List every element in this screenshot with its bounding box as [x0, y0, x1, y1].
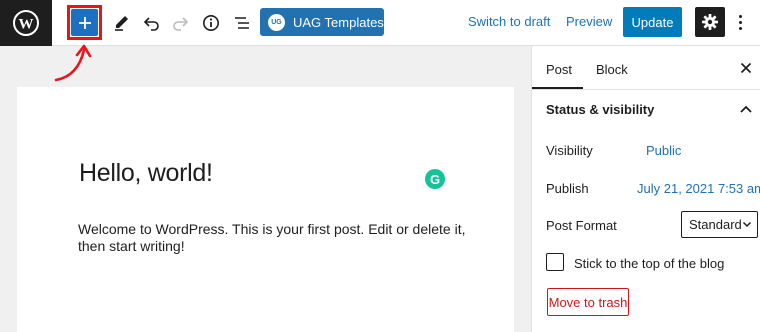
- close-icon: [740, 62, 752, 74]
- stick-to-top-checkbox[interactable]: [546, 253, 564, 271]
- uag-logo-icon: UG: [268, 13, 285, 31]
- chevron-down-icon: [742, 221, 752, 228]
- pen-tool-icon: [115, 16, 128, 31]
- grammarly-icon[interactable]: G: [425, 169, 445, 189]
- redo-button[interactable]: [169, 11, 193, 35]
- add-block-button[interactable]: [71, 9, 98, 36]
- visibility-value[interactable]: Public: [646, 143, 681, 158]
- details-button[interactable]: [199, 11, 223, 35]
- post-format-selected: Standard: [689, 217, 742, 232]
- tab-block[interactable]: Block: [596, 62, 628, 77]
- uag-templates-label: UAG Templates: [293, 14, 384, 30]
- settings-button[interactable]: [695, 7, 725, 37]
- post-format-select[interactable]: Standard: [681, 211, 758, 238]
- visibility-label: Visibility: [546, 143, 593, 158]
- wordpress-logo[interactable]: W: [0, 0, 52, 46]
- list-view-button[interactable]: [230, 11, 254, 35]
- switch-to-draft-button[interactable]: Switch to draft: [468, 14, 550, 29]
- tab-post[interactable]: Post: [546, 62, 572, 77]
- svg-text:W: W: [19, 17, 34, 33]
- preview-button[interactable]: Preview: [566, 14, 612, 29]
- divider: [532, 89, 760, 90]
- stick-to-top-label[interactable]: Stick to the top of the blog: [574, 256, 724, 271]
- more-options-button[interactable]: [732, 10, 748, 34]
- panel-collapse-button[interactable]: [736, 99, 756, 119]
- close-sidebar-button[interactable]: [737, 59, 755, 77]
- editor-toolbar: W UG UAG Templates Switch to draft Previ…: [0, 0, 760, 46]
- post-title[interactable]: Hello, world!: [79, 159, 213, 188]
- update-button[interactable]: Update: [623, 7, 682, 37]
- publish-date-value[interactable]: July 21, 2021 7:53 am: [637, 181, 760, 196]
- editor-canvas: [17, 87, 514, 332]
- plus-icon: [78, 16, 91, 29]
- post-body-paragraph[interactable]: Welcome to WordPress. This is your first…: [78, 221, 478, 255]
- redo-icon: [173, 17, 189, 31]
- move-to-trash-button[interactable]: Move to trash: [547, 288, 629, 316]
- details-info-icon: [203, 15, 219, 31]
- publish-label: Publish: [546, 181, 589, 196]
- more-options-icon: [738, 14, 742, 18]
- undo-button[interactable]: [139, 11, 163, 35]
- list-view-icon: [235, 17, 249, 29]
- undo-icon: [143, 17, 159, 31]
- tools-button[interactable]: [109, 11, 133, 35]
- status-visibility-panel-toggle[interactable]: Status & visibility: [546, 102, 654, 117]
- uag-templates-button[interactable]: UG UAG Templates: [260, 8, 384, 36]
- settings-sidebar: Post Block Status & visibility Visibilit…: [531, 46, 760, 332]
- post-format-label: Post Format: [546, 218, 617, 233]
- chevron-up-icon: [740, 105, 752, 113]
- gear-icon: [702, 14, 718, 30]
